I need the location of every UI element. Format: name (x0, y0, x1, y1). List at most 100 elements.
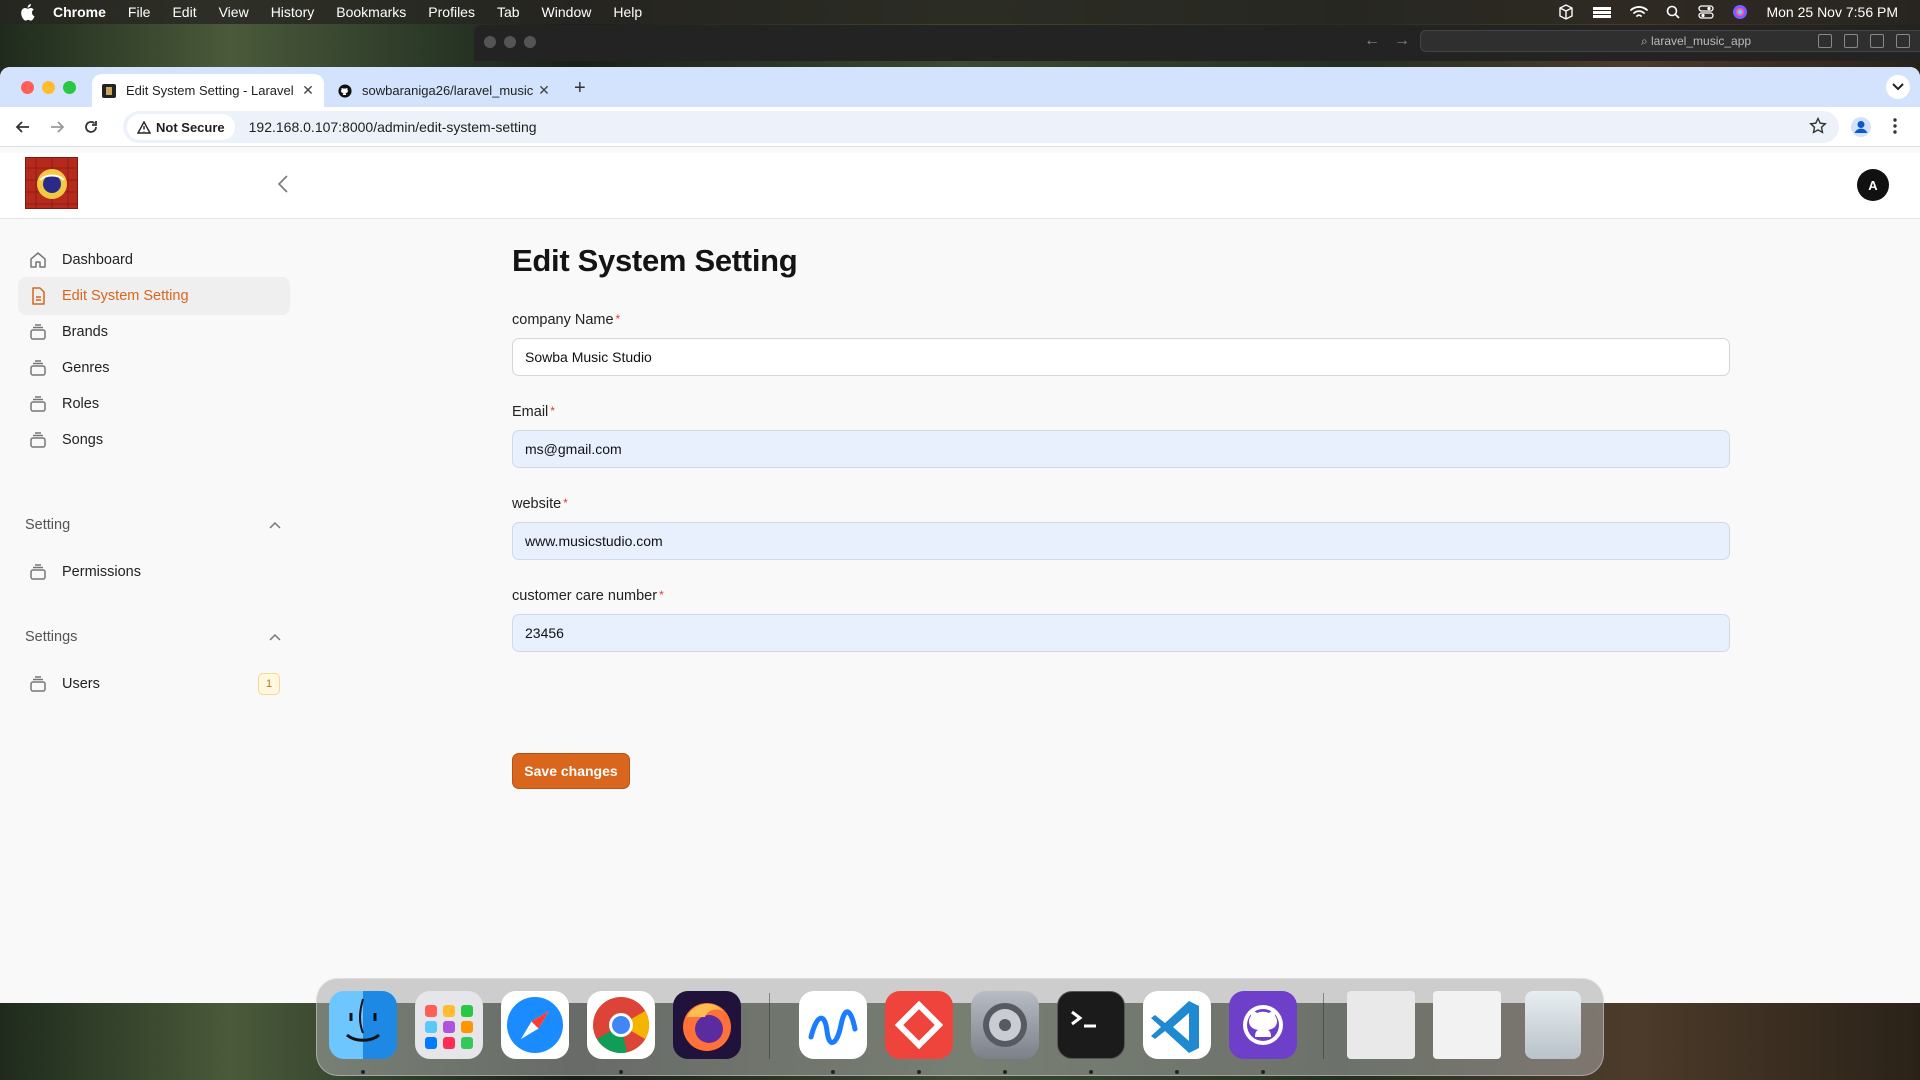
app-header: A (0, 153, 1920, 219)
menu-bookmarks[interactable]: Bookmarks (336, 4, 406, 20)
running-indicator (1089, 1070, 1093, 1074)
close-tab-icon[interactable]: ✕ (298, 82, 318, 99)
macos-menu-bar: Chrome File Edit View History Bookmarks … (0, 0, 1920, 24)
menu-view[interactable]: View (219, 4, 249, 20)
chrome-icon[interactable] (587, 991, 655, 1059)
sidebar-item-songs[interactable]: Songs (18, 421, 290, 459)
user-avatar[interactable]: A (1857, 169, 1889, 201)
running-indicator (1003, 1070, 1007, 1074)
anydesk-icon[interactable] (885, 991, 953, 1059)
terminal-icon[interactable] (1057, 991, 1125, 1059)
customer-care-number-input[interactable]: 23456 (512, 614, 1730, 652)
save-changes-button[interactable]: Save changes (512, 753, 630, 789)
close-window-button[interactable] (21, 81, 34, 94)
finder-icon[interactable] (329, 991, 397, 1059)
url-text[interactable]: 192.168.0.107:8000/admin/edit-system-set… (249, 119, 537, 135)
apple-icon[interactable] (19, 3, 37, 21)
required-mark: * (563, 496, 568, 510)
control-center-icon[interactable] (1698, 5, 1715, 19)
stack-icon (26, 356, 50, 380)
menu-help[interactable]: Help (613, 4, 642, 20)
sidebar-group-setting[interactable]: Setting (25, 517, 281, 533)
website-input[interactable]: www.musicstudio.com (512, 522, 1730, 560)
background-browser-window[interactable]: ← → ⌕ laravel_music_app (474, 25, 1920, 61)
security-chip[interactable]: Not Secure (127, 114, 235, 140)
sidebar-item-edit-system-setting[interactable]: Edit System Setting (18, 277, 290, 315)
menu-history[interactable]: History (271, 4, 315, 20)
menu-edit[interactable]: Edit (172, 4, 196, 20)
document-icon (26, 284, 50, 308)
count-badge: 1 (258, 673, 280, 695)
macos-dock (316, 978, 1604, 1076)
stack-icon (26, 392, 50, 416)
close-tab-icon[interactable]: ✕ (534, 82, 554, 99)
menu-tab[interactable]: Tab (497, 4, 520, 20)
running-indicator (1261, 1070, 1265, 1074)
email-input[interactable]: ms@gmail.com (512, 430, 1730, 468)
sidebar-item-dashboard[interactable]: Dashboard (18, 241, 290, 279)
menu-app-name[interactable]: Chrome (53, 4, 106, 20)
address-bar[interactable]: Not Secure 192.168.0.107:8000/admin/edit… (123, 111, 1839, 143)
sidebar-item-roles[interactable]: Roles (18, 385, 290, 423)
sidebar-item-label: Genres (62, 360, 110, 376)
wifi-icon[interactable] (1630, 5, 1649, 19)
minimized-window-thumbnail[interactable] (1433, 991, 1501, 1059)
website-label: website * (512, 496, 568, 512)
page-title: Edit System Setting (512, 243, 798, 278)
spotlight-search-icon[interactable] (1666, 5, 1681, 19)
window-controls (21, 81, 76, 94)
chevron-up-icon[interactable] (269, 517, 281, 533)
chrome-window: Edit System Setting - Laravel ✕ sowbaran… (0, 67, 1920, 1003)
sidebar-group-label: Setting (25, 517, 71, 533)
menu-file[interactable]: File (128, 4, 151, 20)
bookmark-star-icon[interactable] (1809, 116, 1827, 140)
sidebar-group-settings[interactable]: Settings (25, 629, 281, 645)
sidebar-item-label: Users (62, 676, 100, 692)
library-icon[interactable] (1592, 5, 1612, 19)
safari-icon[interactable] (501, 991, 569, 1059)
back-arrow-icon[interactable] (12, 116, 34, 138)
sidebar-item-genres[interactable]: Genres (18, 349, 290, 387)
github-icon (338, 83, 352, 98)
app-logo[interactable] (25, 157, 78, 209)
running-indicator (917, 1070, 921, 1074)
siri-icon[interactable] (1732, 4, 1748, 20)
reload-icon[interactable] (80, 116, 102, 138)
firefox-icon[interactable] (673, 991, 741, 1059)
chevron-up-icon[interactable] (269, 629, 281, 645)
minimized-window-thumbnail[interactable] (1347, 991, 1415, 1059)
new-tab-plus-icon[interactable]: + (574, 77, 586, 100)
sidebar-item-label: Dashboard (62, 252, 133, 268)
tab-edit-system-setting[interactable]: Edit System Setting - Laravel ✕ (92, 74, 324, 107)
warning-icon (137, 120, 151, 134)
running-indicator (1175, 1070, 1179, 1074)
zoom-window-button[interactable] (63, 81, 76, 94)
security-label: Not Secure (156, 119, 225, 135)
clock[interactable]: Mon 25 Nov 7:56 PM (1766, 4, 1898, 20)
trash-icon[interactable] (1525, 991, 1581, 1059)
forward-arrow-icon: → (1394, 32, 1410, 49)
package-icon[interactable] (1558, 4, 1574, 20)
field-label-text: company Name (512, 312, 614, 328)
tab-search-chevron-down-icon[interactable] (1886, 75, 1910, 99)
menu-window[interactable]: Window (542, 4, 592, 20)
sidebar-item-permissions[interactable]: Permissions (18, 553, 290, 591)
vscode-icon[interactable] (1143, 991, 1211, 1059)
site-favicon-icon (102, 83, 116, 98)
running-indicator (361, 1070, 365, 1074)
collapse-sidebar-chevron-left-icon[interactable] (276, 173, 290, 200)
launchpad-icon[interactable] (415, 991, 483, 1059)
profile-icon[interactable] (1850, 116, 1872, 143)
minimize-window-button[interactable] (42, 81, 55, 94)
system-settings-gear-icon[interactable] (971, 991, 1039, 1059)
menu-profiles[interactable]: Profiles (428, 4, 475, 20)
company-name-input[interactable]: Sowba Music Studio (512, 338, 1730, 376)
tab-github[interactable]: sowbaraniga26/laravel_music ✕ (330, 74, 560, 107)
sidebar-item-brands[interactable]: Brands (18, 313, 290, 351)
forward-arrow-icon[interactable] (46, 116, 68, 138)
required-mark: * (659, 588, 664, 602)
sidebar-item-users[interactable]: Users 1 (18, 665, 290, 703)
more-menu-icon[interactable] (1892, 117, 1898, 140)
freeform-icon[interactable] (799, 991, 867, 1059)
github-desktop-icon[interactable] (1229, 991, 1297, 1059)
